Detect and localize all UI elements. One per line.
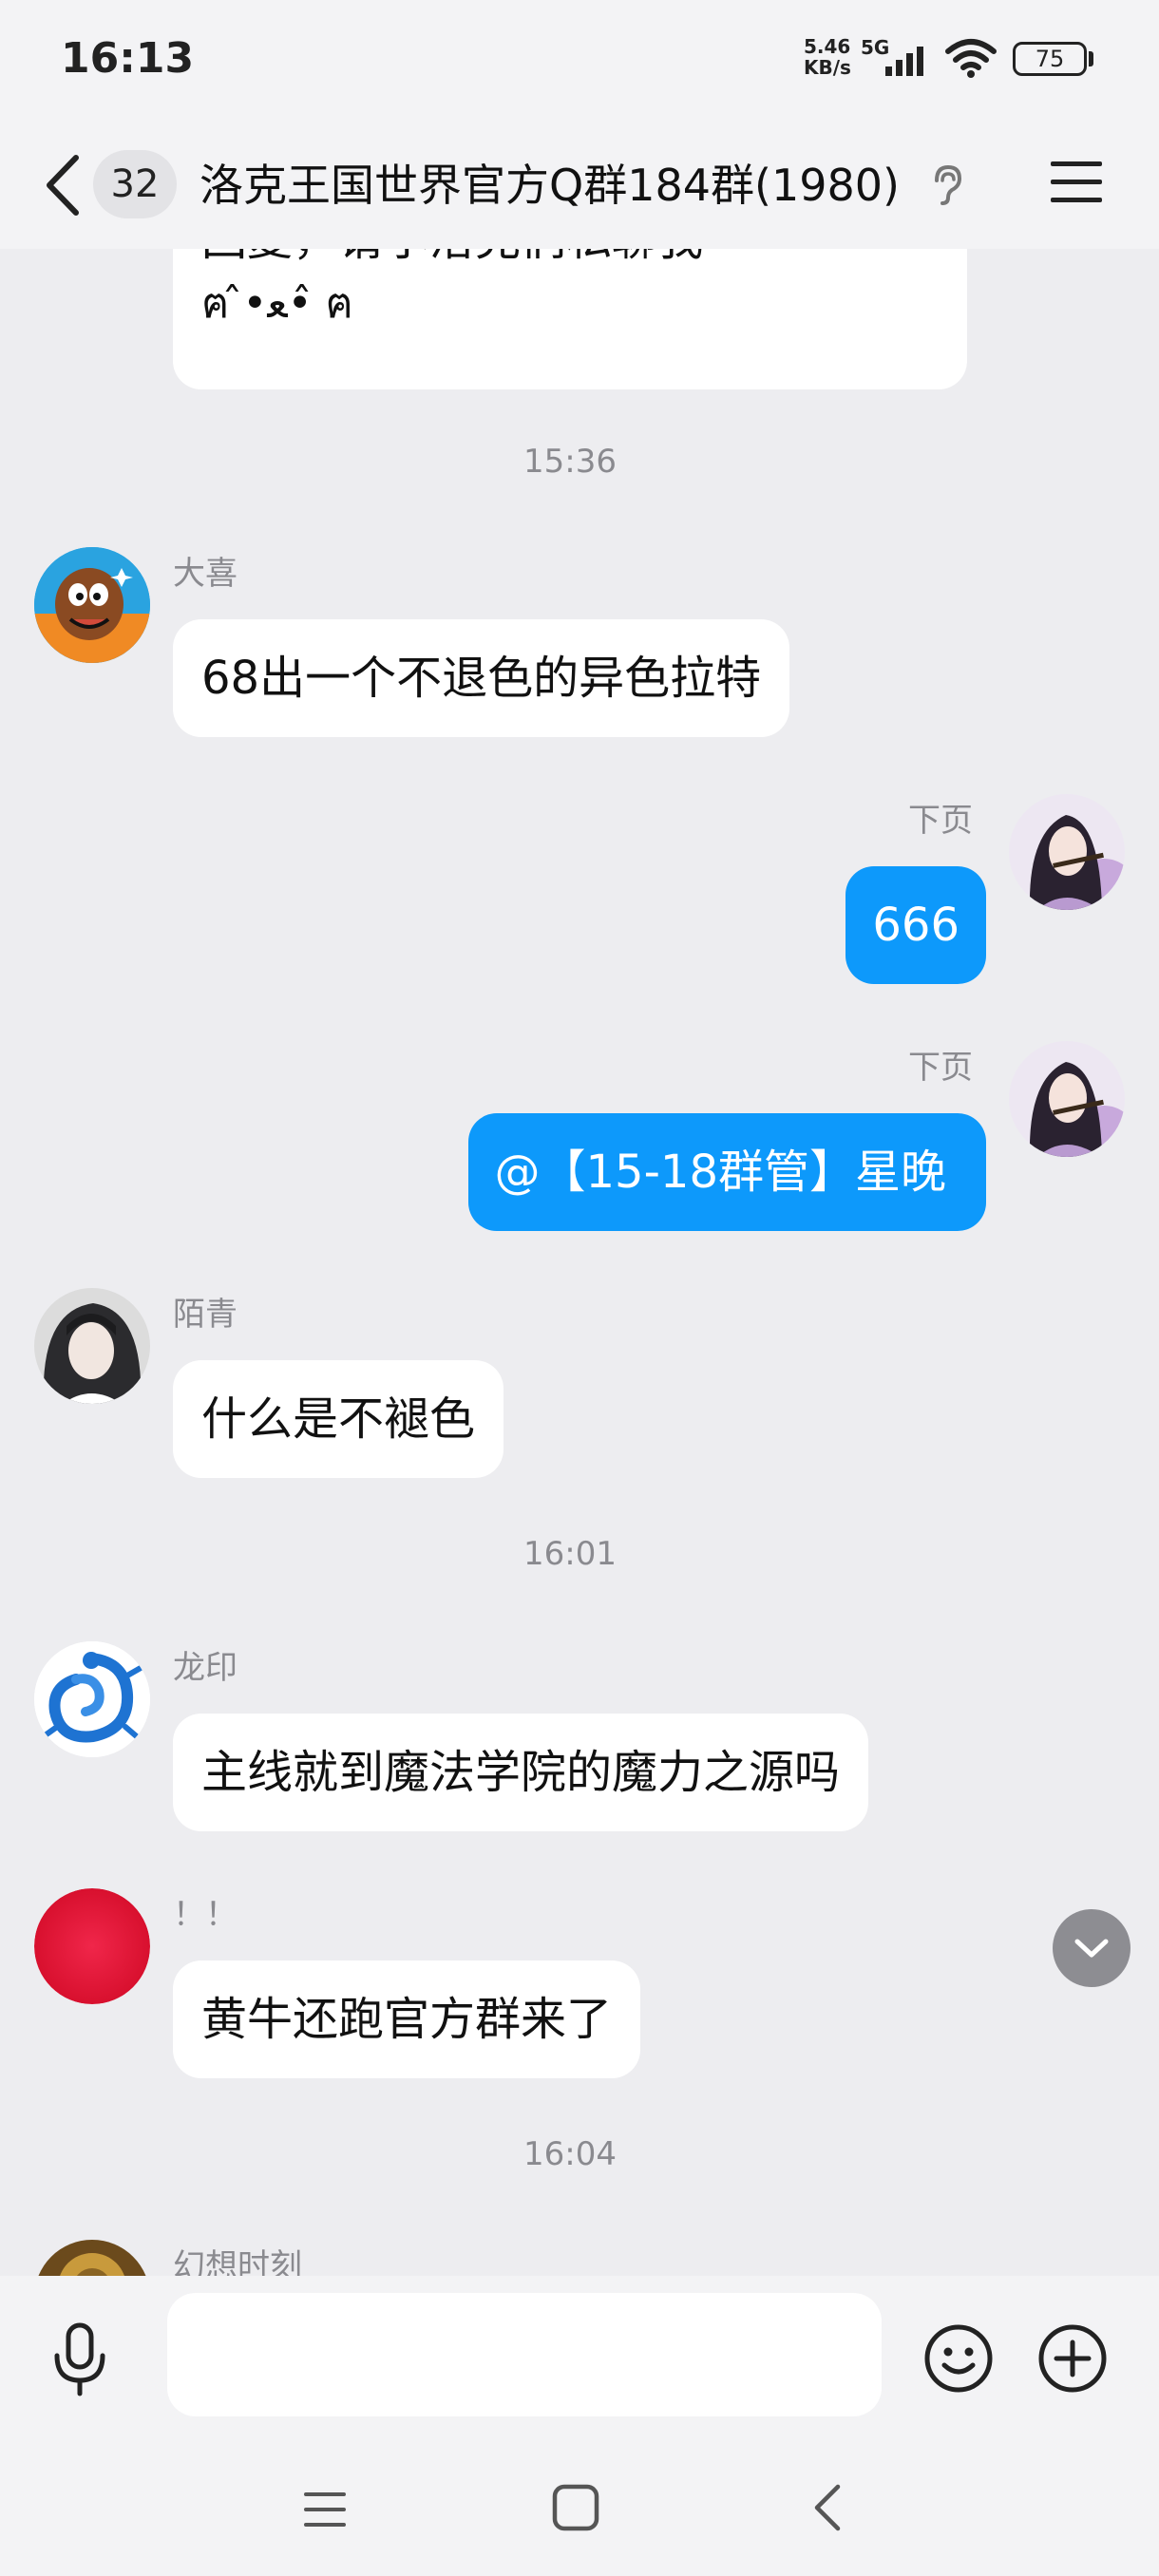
avatar-anime-image xyxy=(1009,794,1125,910)
chat-area[interactable]: 回复，请小洛克们私聊我 ฅ ̂•ﻌ• ̂ฅ 15:36 大喜 68出一个不退色的… xyxy=(0,249,1159,2276)
message-bubble[interactable]: 主线就到魔法学院的魔力之源吗 xyxy=(173,1714,869,1831)
avatar[interactable] xyxy=(1009,794,1125,910)
network-speed-value: 5.46 xyxy=(804,35,851,58)
avatar[interactable] xyxy=(34,547,150,663)
message-text: 68出一个不退色的异色拉特 xyxy=(201,652,762,705)
wifi-icon xyxy=(945,39,997,78)
sender-name: 龙印 xyxy=(173,1649,238,1687)
status-bar: 16:13 5.46 KB/s 5G 75 xyxy=(0,0,1159,122)
avatar[interactable] xyxy=(34,2240,150,2276)
sender-name: ！！ xyxy=(173,1896,238,1934)
signal-icon xyxy=(885,47,923,76)
message-text: 主线就到魔法学院的魔力之源吗 xyxy=(201,1746,841,1799)
message-text: 黄牛还跑官方群来了 xyxy=(201,1993,613,2046)
home-icon[interactable] xyxy=(551,2483,600,2532)
message-text: 什么是不褪色 xyxy=(201,1392,476,1446)
microphone-icon[interactable] xyxy=(49,2321,110,2397)
avatar-golden-image xyxy=(34,2240,150,2276)
sender-name: 下页 xyxy=(908,802,973,840)
message-text: ฅ ̂•ﻌ• ̂ฅ xyxy=(201,279,353,328)
scroll-to-bottom-button[interactable] xyxy=(1053,1909,1130,1987)
message-bubble[interactable]: 666 xyxy=(846,866,986,984)
ear-icon[interactable] xyxy=(929,163,963,205)
avatar[interactable] xyxy=(34,1288,150,1404)
timestamp: 16:01 xyxy=(523,1535,617,1573)
avatar-cartoon-image xyxy=(34,547,150,663)
message-text: 666 xyxy=(872,899,960,952)
message-bubble[interactable]: 回复，请小洛克们私聊我 ฅ ̂•ﻌ• ̂ฅ xyxy=(173,249,967,389)
avatar[interactable] xyxy=(34,1888,150,2004)
unread-count-badge[interactable]: 32 xyxy=(93,150,177,218)
menu-icon[interactable] xyxy=(1047,156,1106,209)
message-bubble[interactable]: 黄牛还跑官方群来了 xyxy=(173,1960,641,2078)
avatar-anime-image xyxy=(1009,1041,1125,1157)
timestamp: 16:04 xyxy=(523,2135,617,2173)
message-bubble[interactable]: 什么是不褪色 xyxy=(173,1360,504,1478)
network-speed-unit: KB/s xyxy=(804,56,851,79)
message-text: 回复，请小洛克们私聊我 xyxy=(201,249,939,272)
avatar-anime-image xyxy=(34,1288,150,1404)
avatar[interactable] xyxy=(34,1641,150,1757)
battery-tip xyxy=(1089,51,1093,66)
timestamp: 15:36 xyxy=(523,443,617,481)
chat-header: 32 洛克王国世界官方Q群184群(1980) xyxy=(0,122,1159,249)
sender-name: 大喜 xyxy=(173,555,238,593)
avatar-red-circle-image xyxy=(34,1888,150,2004)
emoji-icon[interactable] xyxy=(922,2321,996,2396)
input-bar xyxy=(0,2276,1159,2453)
message-bubble[interactable]: 68出一个不退色的异色拉特 xyxy=(173,619,790,737)
sender-name: 陌青 xyxy=(173,1296,238,1334)
avatar[interactable] xyxy=(1009,1041,1125,1157)
group-title[interactable]: 洛克王国世界官方Q群184群(1980) xyxy=(200,152,922,218)
sender-name: 幻想时刻 xyxy=(173,2247,302,2276)
chevron-down-icon xyxy=(1074,1939,1109,1958)
message-text: @【15-18群管】星晚 xyxy=(494,1146,946,1199)
back-icon[interactable] xyxy=(808,2481,846,2534)
avatar-dragon-image xyxy=(34,1641,150,1757)
system-navigation-bar xyxy=(0,2453,1159,2576)
plus-icon[interactable] xyxy=(1036,2321,1110,2396)
battery-indicator: 75 xyxy=(1013,42,1087,76)
recent-apps-icon[interactable] xyxy=(302,2487,348,2532)
sender-name: 下页 xyxy=(908,1049,973,1087)
back-arrow-icon[interactable] xyxy=(34,146,91,224)
network-speed: 5.46 KB/s xyxy=(804,36,861,78)
status-time: 16:13 xyxy=(61,34,195,83)
message-input[interactable] xyxy=(167,2293,882,2416)
message-bubble[interactable]: @【15-18群管】星晚 xyxy=(467,1113,986,1231)
